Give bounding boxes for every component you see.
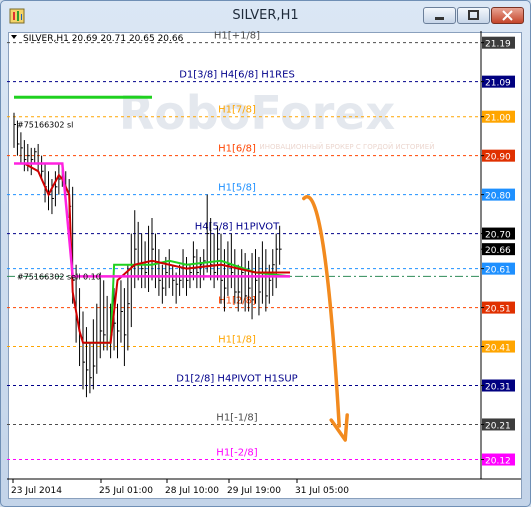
time-axis-label: 23 Jul 2014 [11,486,62,496]
price-tick-label: 21.00 [485,114,511,124]
level-label: H1[-2/8] [216,448,257,459]
price-tick-label: 20.41 [485,344,511,354]
level-label: H1[7/8] [218,105,256,116]
order-label: #75166302 sl [17,120,73,129]
maximize-icon [468,10,479,20]
price-tick-label: 20.61 [485,266,511,276]
price-tick-label: 20.21 [485,421,511,431]
price-tick-label: 20.12 [485,457,511,467]
order-label: #75166302 sell 0.10 [17,272,101,281]
price-tick-label: 21.19 [485,40,511,50]
forecast-arrow [302,195,341,428]
level-label: H1[-1/8] [216,412,257,423]
price-tick-label: 20.80 [485,192,511,202]
watermark-logo: RoboForex [119,86,395,140]
price-tick-label: 21.09 [485,79,511,89]
level-label: H1[1/8] [218,335,256,346]
close-icon [502,10,513,21]
title-bar[interactable]: SILVER,H1 [1,1,530,31]
maximize-button[interactable] [457,7,490,24]
level-label: H1[6/8] [218,144,256,155]
minimize-button[interactable] [423,7,456,24]
time-axis-label: 25 Jul 01:00 [99,486,153,496]
triangle-down-icon[interactable] [11,35,17,39]
price-tick-label: 20.51 [485,305,511,315]
price-tick-label: 20.90 [485,153,511,163]
price-tick-label: 20.31 [485,383,511,393]
level-label: H1[5/8] [218,183,256,194]
close-button[interactable] [491,7,524,24]
level-label: D1[2/8] H4PIVOT H1SUP [176,374,297,385]
price-tick-label: 20.70 [485,231,511,241]
res-bar [14,95,152,99]
time-axis-label: 31 Jul 05:00 [295,486,349,496]
level-label: H1[2/8] [218,296,256,307]
level-label: H1[+1/8] [214,31,260,42]
minimize-icon [435,17,444,20]
time-axis-label: 29 Jul 19:00 [227,486,281,496]
time-axis-label: 28 Jul 10:00 [165,486,219,496]
watermark-tagline: ИНОВАЦИОННЫЙ БРОКЕР С ГОРДОЙ ИСТОРИЕЙ [260,142,435,151]
price-chart[interactable]: RoboForex ИНОВАЦИОННЫЙ БРОКЕР С ГОРДОЙ ИС… [7,31,521,498]
chart-ohlc-header: SILVER,H1 20.69 20.71 20.65 20.66 [23,34,184,44]
price-tick-label: 20.66 [485,246,511,256]
level-label: D1[3/8] H4[6/8] H1RES [179,70,295,81]
